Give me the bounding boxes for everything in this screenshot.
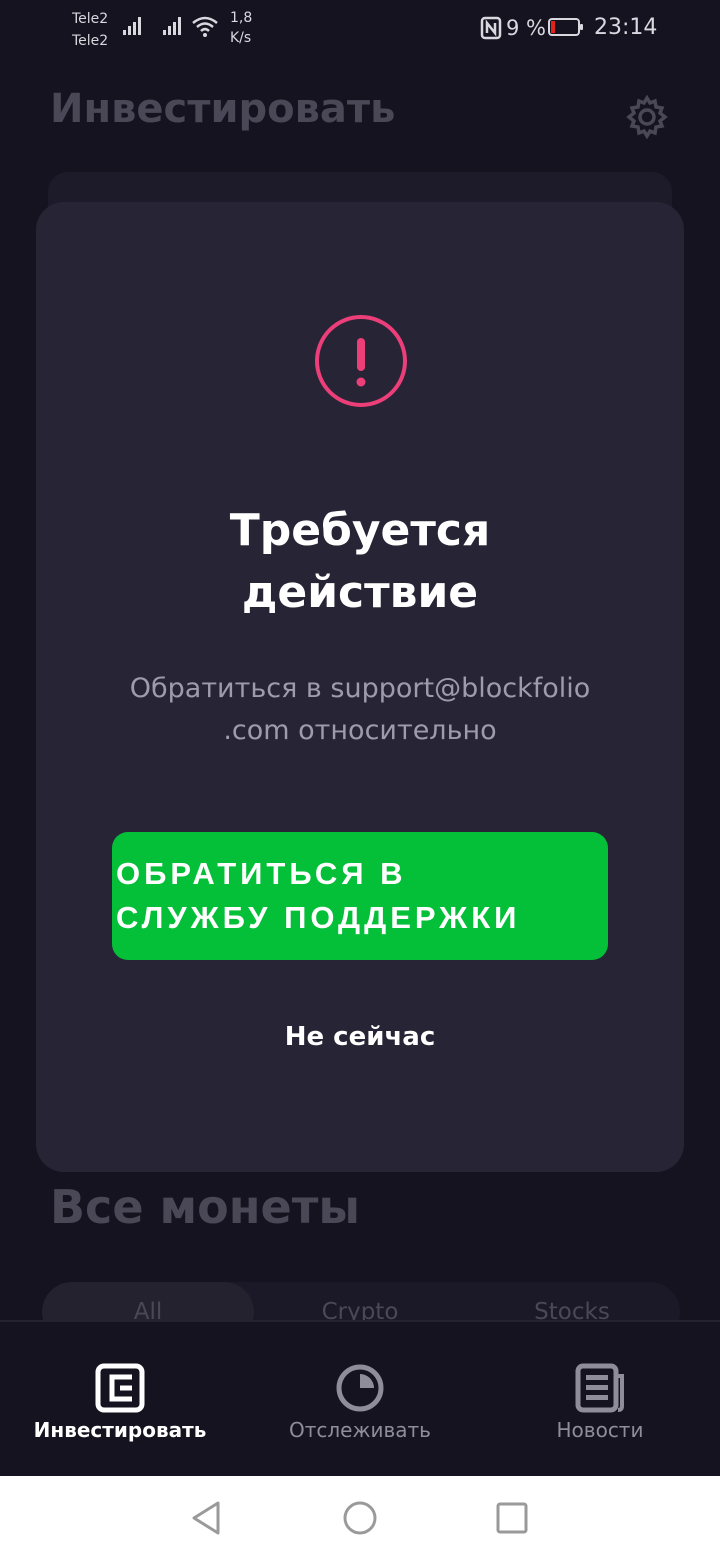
signal-icon-2 [163, 17, 181, 35]
screen: Tele2 Tele2 1,8 K/s 9 % 23:14 Инвестиров… [0, 0, 720, 1560]
wifi-icon [192, 16, 218, 37]
nav-item-invest[interactable]: Инвестировать [0, 1322, 240, 1478]
nav-label-track: Отслеживать [289, 1418, 431, 1442]
alert-icon [315, 315, 407, 407]
carrier-2: Tele2 [72, 33, 109, 49]
dialog-title: Требуется действие [36, 500, 684, 624]
contact-support-label-1: ОБРАТИТЬСЯ В [116, 856, 407, 891]
section-title: Все монеты [50, 1180, 360, 1234]
carrier-labels: Tele2 Tele2 [72, 8, 108, 52]
clock: 23:14 [594, 15, 658, 40]
dialog-message-line-1: Обратиться в support@blockfolio [129, 673, 591, 704]
page-title: Инвестировать [50, 86, 396, 132]
not-now-button[interactable]: Не сейчас [36, 1022, 684, 1052]
speed-unit: K/s [230, 30, 252, 46]
nav-label-invest: Инвестировать [33, 1418, 207, 1442]
home-icon[interactable] [340, 1498, 380, 1538]
network-speed: 1,8 K/s [230, 8, 252, 48]
news-icon [575, 1363, 624, 1413]
signal-icon [123, 17, 141, 35]
status-bar: Tele2 Tele2 1,8 K/s 9 % 23:14 [0, 0, 720, 56]
dialog-title-line-1: Требуется [229, 505, 491, 556]
nav-label-news: Новости [556, 1418, 644, 1442]
dialog-message: Обратиться в support@blockfolio .com отн… [76, 668, 644, 752]
carrier-1: Tele2 [72, 11, 109, 27]
contact-support-button[interactable]: ОБРАТИТЬСЯ В СЛУЖБУ ПОДДЕРЖКИ [112, 832, 608, 960]
dialog-message-line-2: .com относительно [223, 715, 497, 746]
battery-icon [548, 18, 583, 36]
nav-item-track[interactable]: Отслеживать [240, 1322, 480, 1478]
nav-item-news[interactable]: Новости [480, 1322, 720, 1478]
nfc-icon [480, 16, 502, 40]
bottom-nav: Инвестировать Отслеживать Новости [0, 1320, 720, 1478]
system-nav-bar [0, 1476, 720, 1560]
recents-icon[interactable] [492, 1498, 532, 1538]
gear-icon[interactable] [624, 94, 670, 140]
pie-clock-icon [336, 1364, 384, 1412]
battery-percent: 9 % [506, 16, 546, 40]
contact-support-label-2: СЛУЖБУ ПОДДЕРЖКИ [116, 900, 521, 935]
dialog-title-line-2: действие [241, 567, 479, 618]
back-icon[interactable] [186, 1498, 226, 1538]
speed-value: 1,8 [230, 10, 253, 26]
invest-icon [95, 1363, 145, 1413]
